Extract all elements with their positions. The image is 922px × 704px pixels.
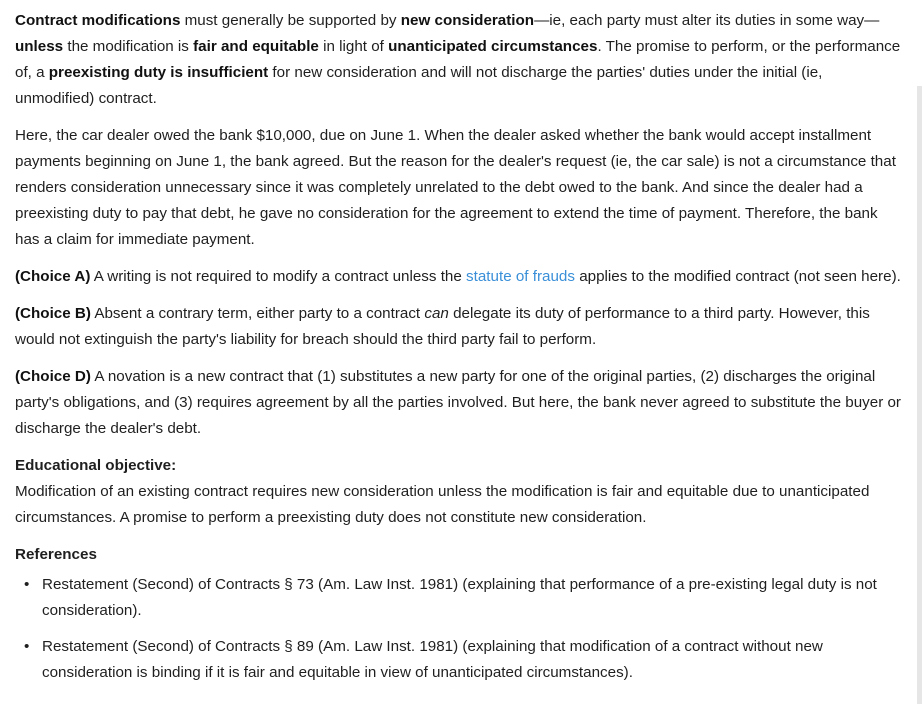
references-list: • Restatement (Second) of Contracts § 73 …	[15, 572, 905, 686]
choice-b-explanation: (Choice B) Absent a contrary term, eithe…	[15, 301, 905, 353]
objective-text: Modification of an existing contract req…	[15, 483, 870, 526]
choice-a-label: (Choice A)	[15, 268, 91, 285]
choice-b-label: (Choice B)	[15, 305, 91, 322]
term-fair-equitable: fair and equitable	[193, 38, 319, 55]
choice-a-explanation: (Choice A) A writing is not required to …	[15, 264, 905, 290]
text-span: Restatement (Second) of Contracts § 89 (…	[42, 638, 823, 681]
bullet-icon: •	[24, 576, 30, 593]
text-span: the modification is	[63, 38, 194, 55]
text-span: Restatement (Second) of Contracts § 73 (…	[42, 576, 877, 619]
references-heading: References	[15, 546, 97, 563]
text-span: must generally be supported by	[180, 12, 401, 29]
term-preexisting-duty: preexisting duty is insufficient	[48, 64, 269, 81]
choice-d-label: (Choice D)	[15, 368, 91, 385]
reference-item: • Restatement (Second) of Contracts § 73 …	[15, 572, 905, 624]
term-new-consideration: new consideration	[400, 12, 535, 29]
term-unless: unless	[15, 38, 64, 55]
choice-d-explanation: (Choice D) A novation is a new contract …	[15, 364, 905, 442]
text-span: A novation is a new contract that (1) su…	[15, 368, 901, 437]
emphasis-can: can	[424, 305, 449, 322]
text-span: Absent a contrary term, either party to …	[90, 305, 425, 322]
educational-objective: Educational objective: Modification of a…	[15, 453, 905, 531]
text-span: in light of	[318, 38, 389, 55]
explanation-content: Contract modifications must generally be…	[15, 8, 905, 696]
references-section: References • Restatement (Second) of Cont…	[15, 542, 905, 686]
rule-paragraph: Contract modifications must generally be…	[15, 8, 905, 112]
statute-of-frauds-link[interactable]: statute of frauds	[466, 268, 575, 285]
text-span: A writing is not required to modify a co…	[90, 268, 467, 285]
text-span: applies to the modified contract (not se…	[574, 268, 901, 285]
bullet-icon: •	[24, 638, 30, 655]
term-contract-modifications: Contract modifications	[15, 12, 181, 29]
application-paragraph: Here, the car dealer owed the bank $10,0…	[15, 127, 896, 248]
term-unanticipated: unanticipated circumstances	[388, 38, 598, 55]
text-span: —ie, each party must alter its duties in…	[534, 12, 880, 29]
objective-heading: Educational objective:	[15, 457, 177, 474]
scrollbar[interactable]	[917, 86, 922, 704]
reference-item: • Restatement (Second) of Contracts § 89 …	[15, 634, 905, 686]
